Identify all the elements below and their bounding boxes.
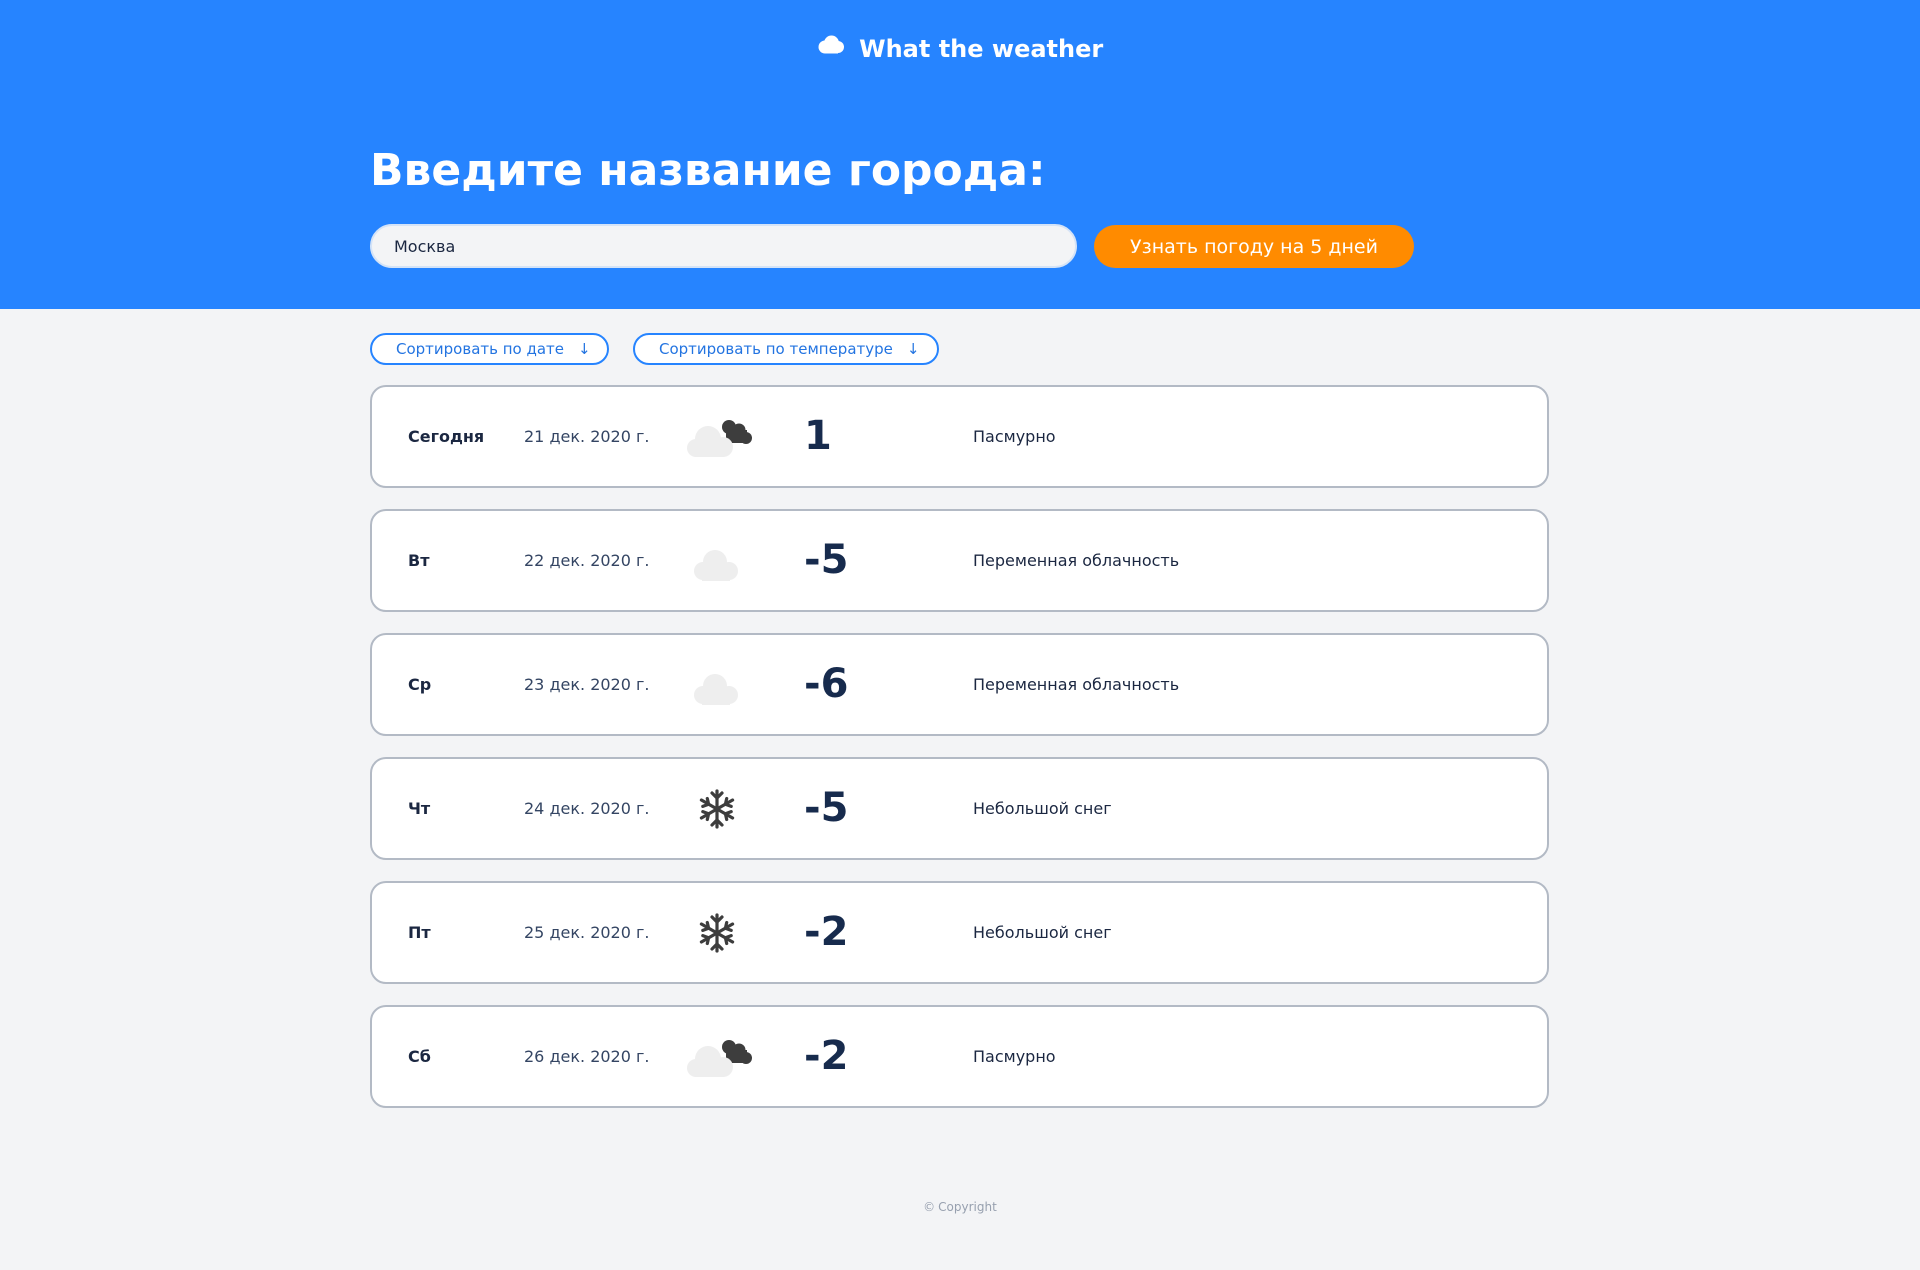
forecast-description: Пасмурно: [973, 427, 1056, 446]
copyright-text: Copyright: [938, 1200, 997, 1214]
sort-by-date-button[interactable]: Сортировать по дате ↓: [370, 333, 609, 365]
forecast-day: Сегодня: [408, 427, 485, 446]
forecast-date: 22 дек. 2020 г.: [524, 551, 650, 570]
copyright-symbol: ©: [923, 1200, 936, 1214]
forecast-temperature: -2: [804, 1033, 849, 1079]
header-banner: What the weather Введите название города…: [0, 0, 1920, 309]
forecast-card: Сб 26 дек. 2020 г. -2 Пасмурно: [370, 1005, 1549, 1108]
forecast-day: Сб: [408, 1047, 431, 1066]
forecast-description: Переменная облачность: [973, 551, 1180, 570]
overcast-icon: [682, 411, 758, 463]
arrow-down-icon: ↓: [906, 340, 920, 358]
brand[interactable]: What the weather: [0, 32, 1920, 65]
forecast-description: Небольшой снег: [973, 923, 1112, 942]
forecast-temperature: -6: [804, 661, 849, 707]
sort-by-date-label: Сортировать по дате: [396, 340, 565, 358]
forecast-temperature: -5: [804, 537, 849, 583]
snowflake-icon: [682, 907, 758, 959]
forecast-day: Ср: [408, 675, 432, 694]
forecast-day: Вт: [408, 551, 430, 570]
forecast-day: Чт: [408, 799, 431, 818]
partly-cloudy-icon: [682, 535, 758, 587]
forecast-description: Небольшой снег: [973, 799, 1112, 818]
forecast-card: Чт 24 дек. 2020 г. -5 Небольшой снег: [370, 757, 1549, 860]
forecast-date: 25 дек. 2020 г.: [524, 923, 650, 942]
forecast-date: 24 дек. 2020 г.: [524, 799, 650, 818]
forecast-temperature: -5: [804, 785, 849, 831]
forecast-description: Переменная облачность: [973, 675, 1180, 694]
forecast-day: Пт: [408, 923, 431, 942]
arrow-down-icon: ↓: [578, 340, 591, 358]
forecast-card: Пт 25 дек. 2020 г. -2 Небольшой снег: [370, 881, 1549, 984]
forecast-date: 26 дек. 2020 г.: [524, 1047, 650, 1066]
forecast-card: Вт 22 дек. 2020 г. -5 Переменная облачно…: [370, 509, 1549, 612]
sort-by-temperature-button[interactable]: Сортировать по температуре ↓: [633, 333, 939, 365]
snowflake-icon: [682, 783, 758, 835]
forecast-date: 23 дек. 2020 г.: [524, 675, 650, 694]
page-title: Введите название города:: [370, 145, 1046, 196]
partly-cloudy-icon: [682, 659, 758, 711]
forecast-card: Сегодня 21 дек. 2020 г. 1 Пасмурно: [370, 385, 1549, 488]
sort-by-temperature-label: Сортировать по температуре: [659, 340, 893, 358]
forecast-temperature: -2: [804, 909, 849, 955]
forecast-card: Ср 23 дек. 2020 г. -6 Переменная облачно…: [370, 633, 1549, 736]
get-forecast-button[interactable]: Узнать погоду на 5 дней: [1094, 225, 1414, 268]
forecast-description: Пасмурно: [973, 1047, 1056, 1066]
overcast-icon: [682, 1031, 758, 1083]
forecast-temperature: 1: [804, 413, 832, 459]
brand-title: What the weather: [859, 35, 1104, 63]
forecast-date: 21 дек. 2020 г.: [524, 427, 650, 446]
cloud-icon: [817, 31, 845, 63]
footer-copyright: © Copyright: [0, 1200, 1920, 1214]
city-search-input[interactable]: [370, 224, 1077, 268]
